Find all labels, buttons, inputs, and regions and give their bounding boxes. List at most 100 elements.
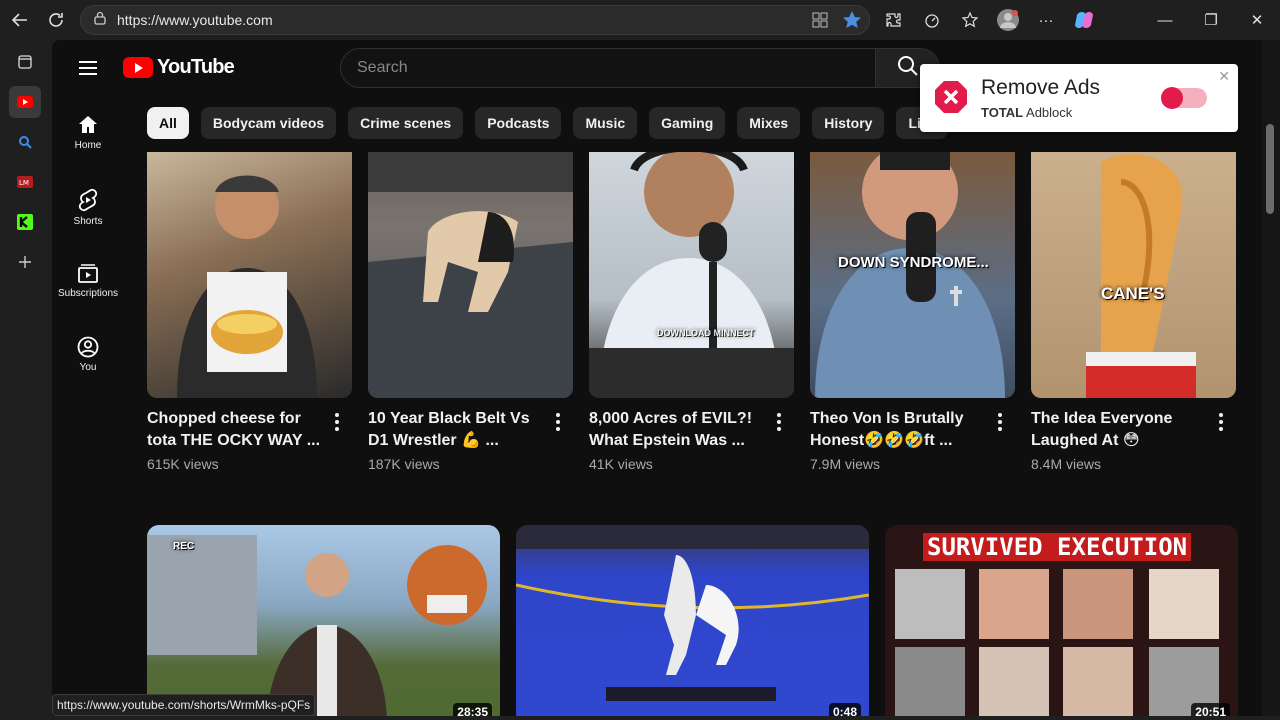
short-overlay-text: DOWNLOAD MINNECT (657, 328, 755, 338)
status-link-preview: https://www.youtube.com/shorts/WrmMks-pQ… (52, 694, 316, 716)
short-thumbnail[interactable] (147, 152, 352, 398)
short-thumbnail[interactable] (368, 152, 573, 398)
app-available-icon[interactable] (809, 9, 831, 36)
close-popup-icon[interactable]: ✕ (1218, 68, 1230, 85)
youtube-logo[interactable]: YouTube (123, 56, 235, 79)
video-card[interactable]: REC 28:35 (147, 525, 500, 716)
short-card[interactable]: CANE'S The Idea Everyone Laughed At 😳 8.… (1031, 152, 1236, 472)
guide-label: You (79, 362, 97, 373)
short-thumbnail[interactable]: CANE'S (1031, 152, 1236, 398)
browser-toolbar: https://www.youtube.com ··· — ❐ ✕ (0, 0, 1280, 40)
short-card[interactable]: DOWN SYNDROME... Theo Von Is Brutally Ho… (810, 152, 1015, 472)
video-card[interactable]: 0:48 (516, 525, 869, 716)
video-card[interactable]: SURVIVED EXECUTION 20:51 (885, 525, 1238, 716)
video-thumbnail[interactable]: SURVIVED EXECUTION 20:51 (885, 525, 1238, 716)
subscriptions-icon (78, 264, 98, 283)
youtube-play-icon (123, 57, 153, 78)
filter-chips: All Bodycam videos Crime scenes Podcasts… (147, 107, 949, 139)
close-window-icon[interactable]: ✕ (1234, 0, 1280, 40)
short-card[interactable]: DOWNLOAD MINNECT 8,000 Acres of EVIL?! W… (589, 152, 794, 472)
profile-avatar[interactable] (996, 8, 1020, 32)
svg-text:LM: LM (19, 179, 29, 187)
more-actions-icon[interactable] (991, 410, 1009, 434)
search-input[interactable] (357, 59, 875, 77)
guide-label: Home (74, 140, 102, 151)
shorts-shelf: Chopped cheese for tota THE OCKY WAY ...… (147, 152, 1236, 472)
thumbnail-art (177, 175, 317, 398)
chip-podcasts[interactable]: Podcasts (475, 107, 562, 139)
guide-subscriptions[interactable]: Subscriptions (52, 244, 124, 318)
chip-music[interactable]: Music (573, 107, 638, 139)
restore-icon[interactable]: ❐ (1188, 0, 1234, 40)
adblock-logo-icon (934, 80, 968, 114)
guide-shorts[interactable]: Shorts (52, 170, 124, 244)
search-tab-icon[interactable] (9, 126, 41, 158)
brand-bold: TOTAL (981, 105, 1024, 120)
favorites-icon[interactable] (958, 8, 982, 32)
more-actions-icon[interactable] (549, 410, 567, 434)
search-icon (897, 55, 919, 82)
short-title[interactable]: The Idea Everyone Laughed At 😳 (1031, 408, 1208, 452)
chip-gaming[interactable]: Gaming (649, 107, 726, 139)
guide-label: Subscriptions (57, 288, 119, 299)
thumbnail-art (589, 152, 794, 398)
short-views: 7.9M views (810, 456, 881, 472)
tab-actions-icon[interactable] (9, 46, 41, 78)
more-actions-icon[interactable] (1212, 410, 1230, 434)
menu-icon[interactable] (76, 56, 100, 80)
guide-home[interactable]: Home (52, 96, 124, 170)
video-thumbnail[interactable]: REC 28:35 (147, 525, 500, 716)
performance-icon[interactable] (920, 8, 944, 32)
shorts-icon (78, 188, 98, 212)
logo-text: YouTube (157, 56, 235, 78)
back-icon[interactable] (2, 2, 38, 38)
address-bar[interactable]: https://www.youtube.com (80, 5, 870, 35)
short-overlay-text: CANE'S (1101, 284, 1165, 303)
brand-rest: Adblock (1026, 105, 1073, 120)
short-card[interactable]: 10 Year Black Belt Vs D1 Wrestler 💪 ... … (368, 152, 573, 472)
adblock-title: Remove Ads (981, 76, 1101, 99)
short-thumbnail[interactable]: DOWNLOAD MINNECT (589, 152, 794, 398)
copilot-icon[interactable] (1072, 8, 1096, 32)
more-actions-icon[interactable] (328, 410, 346, 434)
short-thumbnail[interactable]: DOWN SYNDROME... (810, 152, 1015, 398)
more-actions-icon[interactable] (770, 410, 788, 434)
short-title[interactable]: 10 Year Black Belt Vs D1 Wrestler 💪 ... (368, 408, 545, 452)
favorite-star-icon[interactable] (841, 9, 863, 36)
video-thumbnail[interactable]: 0:48 (516, 525, 869, 716)
chip-mixes[interactable]: Mixes (737, 107, 801, 139)
scrollbar-thumb[interactable] (1266, 124, 1274, 214)
new-tab-icon[interactable] (9, 246, 41, 278)
chip-crime-scenes[interactable]: Crime scenes (348, 107, 464, 139)
guide-label: Shorts (73, 216, 103, 227)
more-menu-icon[interactable]: ··· (1034, 8, 1058, 32)
address-url: https://www.youtube.com (117, 12, 273, 28)
remove-ads-toggle[interactable] (1161, 87, 1207, 109)
video-grid: REC 28:35 0:48 SURVIVED EXECUTION 20:51 (147, 525, 1238, 716)
guide-you[interactable]: You (52, 318, 124, 392)
k-tab-icon[interactable] (9, 206, 41, 238)
video-overlay-title: SURVIVED EXECUTION (923, 533, 1192, 561)
refresh-icon[interactable] (38, 2, 74, 38)
short-overlay-text: DOWN SYNDROME... (838, 254, 989, 271)
short-card[interactable]: Chopped cheese for tota THE OCKY WAY ...… (147, 152, 352, 472)
extensions-icon[interactable] (882, 8, 906, 32)
short-views: 187K views (368, 456, 440, 472)
video-duration: 0:48 (828, 703, 861, 716)
short-title[interactable]: 8,000 Acres of EVIL?! What Epstein Was .… (589, 408, 766, 452)
short-title[interactable]: Theo Von Is Brutally Honest🤣🤣🤣ft ... (810, 408, 987, 452)
you-icon (77, 336, 99, 358)
search-box[interactable] (340, 48, 876, 88)
chip-bodycam[interactable]: Bodycam videos (200, 107, 337, 139)
page-scrollbar[interactable] (1262, 40, 1280, 716)
short-title[interactable]: Chopped cheese for tota THE OCKY WAY ... (147, 408, 324, 452)
vertical-tab-strip: LM (0, 40, 50, 720)
chip-history[interactable]: History (812, 107, 885, 139)
mini-guide: Home Shorts Subscriptions You (52, 96, 124, 392)
video-duration: 20:51 (1191, 703, 1230, 716)
youtube-tab-icon[interactable] (9, 86, 41, 118)
lm-tab-icon[interactable]: LM (9, 166, 41, 198)
adblock-brand: TOTAL Adblock (981, 105, 1072, 120)
minimize-icon[interactable]: — (1142, 0, 1188, 40)
chip-all[interactable]: All (147, 107, 189, 139)
